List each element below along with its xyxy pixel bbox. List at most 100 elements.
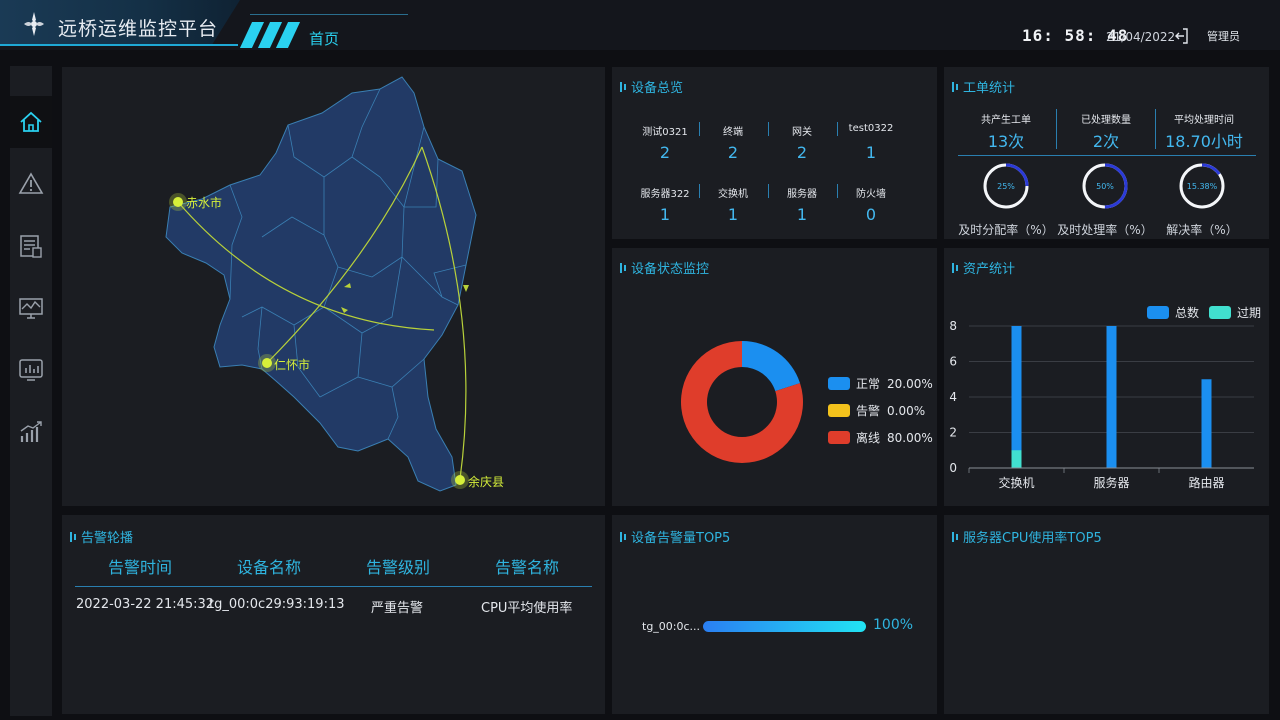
status-donut-chart bbox=[681, 341, 803, 463]
overview-label: 交换机 bbox=[718, 189, 748, 200]
bar-trend-icon bbox=[20, 421, 42, 442]
nav-divider bbox=[250, 14, 408, 15]
ring-text: 25% bbox=[997, 182, 1015, 191]
panel-title: 设备状态监控 bbox=[620, 258, 709, 277]
y-tick-label: 8 bbox=[949, 319, 957, 333]
overview-value: 2 bbox=[796, 143, 808, 162]
ring-text: 50% bbox=[1096, 182, 1114, 191]
legend-item: 告警 0.00% bbox=[828, 402, 925, 419]
panel-title: 设备告警量TOP5 bbox=[620, 527, 730, 546]
app-title: 远桥运维监控平台 bbox=[58, 18, 219, 40]
legend-swatch bbox=[828, 377, 850, 390]
ring-processing: 50% bbox=[1082, 163, 1128, 209]
sidebar-item-monitor[interactable] bbox=[10, 282, 52, 334]
region-map bbox=[165, 76, 477, 492]
overview-label: test0322 bbox=[848, 123, 894, 134]
overview-value: 0 bbox=[865, 205, 877, 224]
alarm-device-cell: tg_00:0c29:93:19:13 bbox=[209, 597, 345, 612]
city-label[interactable]: 余庆县 bbox=[468, 473, 504, 490]
donut-slice-正常[interactable] bbox=[742, 341, 801, 392]
overview-value: 1 bbox=[727, 205, 739, 224]
ticket-stat-label: 已处理数量 bbox=[1081, 115, 1131, 126]
table-divider bbox=[75, 586, 592, 587]
nav-home-tab[interactable]: 首页 bbox=[309, 28, 339, 49]
y-tick-label: 4 bbox=[949, 390, 957, 404]
ticket-stat-value: 13次 bbox=[987, 132, 1025, 151]
separator bbox=[699, 122, 700, 136]
ring-caption: 解决率（%） bbox=[1166, 223, 1238, 237]
column-header: 告警名称 bbox=[494, 558, 559, 577]
logo-underline bbox=[0, 44, 238, 46]
separator bbox=[837, 184, 838, 198]
legend-swatch bbox=[828, 404, 850, 417]
bar-总数-路由器[interactable] bbox=[1201, 379, 1212, 468]
logout-icon[interactable] bbox=[1175, 28, 1189, 44]
bar-track bbox=[703, 621, 866, 632]
overview-value: 1 bbox=[659, 205, 671, 224]
ring-text: 15.38% bbox=[1187, 182, 1218, 191]
x-tick-label: 服务器 bbox=[1093, 475, 1129, 490]
stripes-decoration bbox=[238, 22, 304, 48]
alarm-name-cell: CPU平均使用率 bbox=[481, 601, 573, 616]
device-overview-panel: 设备总览 测试0321 2 终端 2 网关 2 test0322 1 服务器32… bbox=[612, 67, 937, 239]
ticket-stat-label: 平均处理时间 bbox=[1174, 115, 1234, 126]
bar-过期-交换机[interactable] bbox=[1011, 450, 1022, 468]
sidebar-item-home[interactable] bbox=[10, 96, 52, 148]
column-header: 告警时间 bbox=[107, 558, 172, 577]
panel-title: 服务器CPU使用率TOP5 bbox=[952, 527, 1102, 546]
bar-label: tg_00:0c... bbox=[642, 620, 701, 633]
y-tick-label: 2 bbox=[949, 426, 957, 440]
overview-value: 1 bbox=[865, 143, 877, 162]
user-name[interactable]: 管理员 bbox=[1207, 28, 1240, 44]
panel-title: 告警轮播 bbox=[70, 527, 133, 546]
separator bbox=[1056, 109, 1057, 149]
map-panel: 赤水市 仁怀市 余庆县 bbox=[62, 67, 605, 506]
home-icon bbox=[20, 111, 42, 132]
panel-title: 工单统计 bbox=[952, 77, 1015, 96]
y-tick-label: 0 bbox=[949, 461, 957, 475]
asset-stats-panel: 资产统计 总数 过期 0 2 4 6 8 交换机 服务器 路由器 bbox=[944, 248, 1269, 506]
legend-item: 离线 80.00% bbox=[828, 429, 933, 446]
monitor-chart-icon bbox=[19, 298, 43, 319]
separator bbox=[768, 184, 769, 198]
warning-icon bbox=[18, 172, 44, 194]
device-status-panel: 设备状态监控 正常 20.00% 告警 0.00% 离线 80.00% bbox=[612, 248, 937, 506]
sidebar-item-screen[interactable] bbox=[10, 344, 52, 396]
city-label[interactable]: 仁怀市 bbox=[274, 356, 310, 373]
x-tick-label: 路由器 bbox=[1188, 475, 1224, 490]
overview-label: 网关 bbox=[792, 127, 812, 138]
screen-chart-icon bbox=[19, 359, 43, 381]
y-tick-label: 6 bbox=[949, 355, 957, 369]
panel-title: 设备总览 bbox=[620, 77, 683, 96]
overview-label: 测试0321 bbox=[642, 127, 688, 138]
overview-label: 防火墙 bbox=[856, 189, 886, 200]
brand-logo-icon bbox=[24, 12, 44, 36]
sidebar-item-devices[interactable] bbox=[10, 220, 52, 272]
overview-value: 1 bbox=[796, 205, 808, 224]
sidebar-item-report[interactable] bbox=[10, 406, 52, 458]
panel-title: 资产统计 bbox=[952, 258, 1015, 277]
bar-总数-服务器[interactable] bbox=[1106, 326, 1117, 468]
overview-value: 2 bbox=[727, 143, 739, 162]
separator bbox=[837, 122, 838, 136]
ticket-stat-label: 共产生工单 bbox=[981, 115, 1031, 126]
legend-item: 正常 20.00% bbox=[828, 375, 933, 392]
overview-label: 服务器322 bbox=[640, 189, 690, 200]
ticket-stat-value: 2次 bbox=[1092, 132, 1120, 151]
separator bbox=[699, 184, 700, 198]
sidebar bbox=[10, 66, 52, 716]
separator bbox=[1155, 109, 1156, 149]
ring-caption: 及时分配率（%） bbox=[958, 223, 1054, 237]
asset-bar-chart: 0 2 4 6 8 交换机 服务器 路由器 bbox=[949, 319, 1254, 490]
sidebar-item-alarm[interactable] bbox=[10, 158, 52, 210]
ring-caption: 及时处理率（%） bbox=[1057, 223, 1153, 237]
bar-总数-交换机[interactable] bbox=[1011, 326, 1022, 468]
city-label[interactable]: 赤水市 bbox=[186, 194, 222, 211]
overview-value: 2 bbox=[659, 143, 671, 162]
cpu-top5-panel: 服务器CPU使用率TOP5 bbox=[944, 515, 1269, 714]
legend-swatch bbox=[828, 431, 850, 444]
ticket-stat-value: 18.70小时 bbox=[1165, 132, 1243, 151]
ring-allocation: 25% bbox=[983, 163, 1029, 209]
alarm-time-cell: 2022-03-22 21:45:32 bbox=[76, 597, 215, 612]
bar-value: 100% bbox=[873, 617, 914, 633]
